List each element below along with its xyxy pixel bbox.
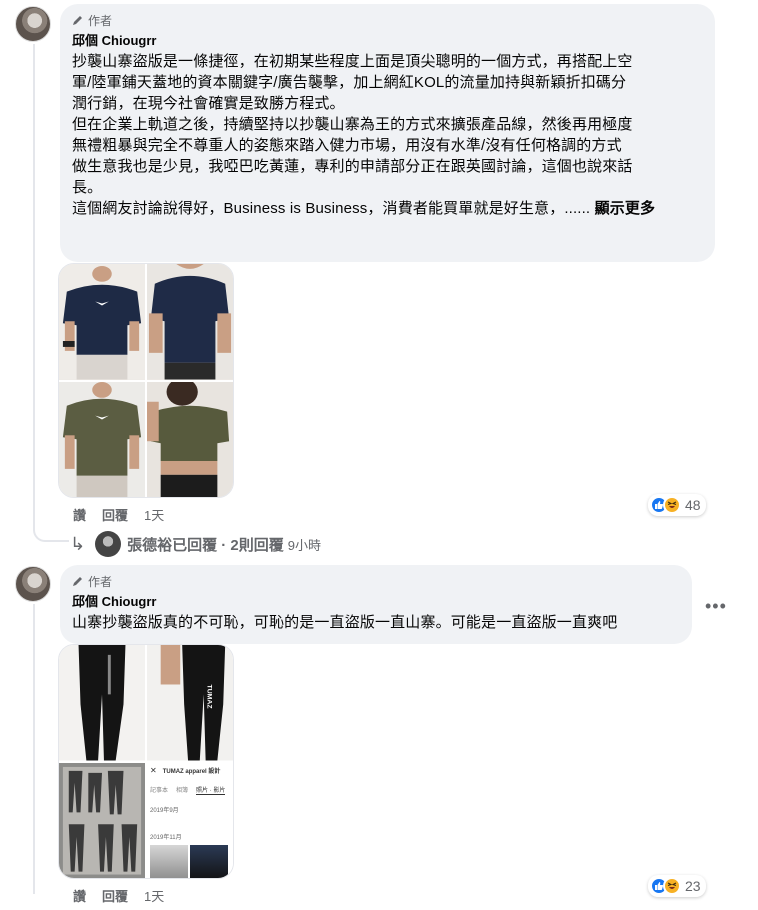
screenshot-thumb bbox=[190, 844, 228, 878]
comment-text: 山寨抄襲盜版真的不可恥，可恥的是一直盜版一直山寨。可能是一直盜版一直爽吧 bbox=[72, 612, 680, 633]
thread-line bbox=[33, 44, 35, 508]
thread-line bbox=[33, 604, 35, 894]
photo-olive-crop-tshirt[interactable] bbox=[147, 381, 233, 497]
comment-actions: 讚 回覆 1天 bbox=[73, 886, 180, 905]
author-badge: 作者 bbox=[72, 573, 680, 589]
comment-line: 山寨抄襲盜版真的不可恥，可恥的是一直盜版一直山寨。可能是一直盜版一直爽吧 bbox=[72, 614, 618, 631]
leggings-image bbox=[59, 645, 145, 761]
tshirt-image bbox=[147, 381, 233, 497]
screenshot-tab: 記事本 bbox=[150, 787, 169, 794]
photo-olive-tshirt-front[interactable] bbox=[59, 381, 145, 497]
photo-app-screenshot[interactable]: ✕ TUMAZ apparel 設計 記事本 相簿 照片 · 影片 2019年9… bbox=[147, 762, 233, 878]
replies-timestamp: 9小時 bbox=[287, 537, 322, 553]
comment-text: 抄襲山寨盜版是一條捷徑，在初期某些程度上面是頂尖聰明的一個方式，再搭配上空 軍/… bbox=[72, 51, 703, 219]
reaction-count: 23 bbox=[685, 878, 701, 894]
photo-black-leggings-left[interactable] bbox=[59, 645, 145, 761]
pencil-icon bbox=[73, 16, 82, 25]
screenshot-title: TUMAZ apparel 設計 bbox=[162, 768, 221, 775]
photo-leggings-sketches[interactable] bbox=[59, 762, 145, 878]
comment-timestamp[interactable]: 1天 bbox=[144, 505, 164, 524]
reply-arrow-icon: ↳ bbox=[70, 533, 86, 554]
sketch-image bbox=[59, 762, 145, 878]
comment-line-text: 這個網友討論說得好，Business is Business，消費者能買單就是好… bbox=[72, 200, 591, 217]
haha-icon bbox=[663, 877, 681, 895]
screenshot-tab: 相簿 bbox=[176, 787, 189, 794]
reply-button[interactable]: 回覆 bbox=[102, 886, 128, 905]
author-name[interactable]: 邱個 Chiougrr bbox=[72, 593, 680, 611]
tshirt-image bbox=[147, 264, 233, 380]
pencil-icon bbox=[73, 577, 82, 586]
author-badge-label: 作者 bbox=[88, 13, 113, 28]
comment-line: 無禮粗暴與完全不尊重人的姿態來踏入健力市場，用沒有水準/沒有任何格調的方式 bbox=[72, 137, 622, 154]
comment-line: 但在企業上軌道之後，持續堅持以抄襲山寨為王的方式來擴張產品線，然後再用極度 bbox=[72, 116, 633, 133]
tshirt-image bbox=[59, 381, 145, 497]
comment-line: 長。 bbox=[72, 179, 103, 196]
photo-grid[interactable]: TUMAZ ✕ TUMAZ apparel 設計 記事本 相簿 照片 · 影片 bbox=[58, 644, 234, 879]
screenshot-thumb bbox=[150, 844, 188, 878]
author-avatar[interactable] bbox=[15, 566, 51, 602]
screenshot-date: 2019年11月 bbox=[150, 834, 182, 841]
comment-timestamp[interactable]: 1天 bbox=[144, 886, 164, 905]
author-avatar[interactable] bbox=[15, 6, 51, 42]
tshirt-image bbox=[59, 264, 145, 380]
reply-button[interactable]: 回覆 bbox=[102, 505, 128, 524]
photo-grid[interactable] bbox=[58, 263, 234, 498]
replies-summary[interactable]: ↳ 張德裕已回覆 · 2則回覆 9小時 bbox=[70, 531, 321, 557]
comment-line: 軍/陸軍鋪天蓋地的資本關鍵字/廣告襲擊，加上網紅KOL的流量加持與新穎折扣碼分 bbox=[72, 74, 627, 91]
photo-navy-tshirt-model[interactable] bbox=[147, 264, 233, 380]
photo-black-leggings-right[interactable]: TUMAZ bbox=[147, 645, 233, 761]
comment-line: 做生意我也是少見，我啞巴吃黃蓮，專利的申請部分正在跟英國討論，這個也說來話 bbox=[72, 158, 633, 175]
author-name[interactable]: 邱個 Chiougrr bbox=[72, 32, 703, 50]
tumaz-logo: TUMAZ bbox=[206, 684, 213, 708]
reaction-summary[interactable]: 48 bbox=[648, 494, 706, 516]
leggings-image: TUMAZ bbox=[147, 645, 233, 761]
photo-navy-tshirt-front[interactable] bbox=[59, 264, 145, 380]
comment-line: 抄襲山寨盜版是一條捷徑，在初期某些程度上面是頂尖聰明的一個方式，再搭配上空 bbox=[72, 53, 633, 70]
haha-icon bbox=[663, 496, 681, 514]
author-badge-label: 作者 bbox=[88, 574, 113, 589]
screenshot-date: 2019年9月 bbox=[150, 807, 179, 814]
more-options-button[interactable]: ••• bbox=[705, 596, 727, 617]
screenshot-tab: 照片 · 影片 bbox=[196, 785, 226, 795]
see-more-link[interactable]: 顯示更多 bbox=[595, 200, 656, 217]
close-icon: ✕ bbox=[150, 765, 157, 775]
comment-line: 潤行銷，在現今社會確實是致勝方程式。 bbox=[72, 95, 345, 112]
comment-actions: 讚 回覆 1天 bbox=[73, 505, 180, 524]
replier-avatar bbox=[95, 531, 122, 557]
screenshot-panel: ✕ TUMAZ apparel 設計 記事本 相簿 照片 · 影片 2019年9… bbox=[147, 763, 233, 878]
like-button[interactable]: 讚 bbox=[73, 886, 86, 905]
comment-bubble: 作者 邱個 Chiougrr 抄襲山寨盜版是一條捷徑，在初期某些程度上面是頂尖聰… bbox=[60, 4, 715, 262]
reaction-summary[interactable]: 23 bbox=[648, 875, 706, 897]
thread-connector bbox=[33, 508, 69, 542]
replies-summary-text[interactable]: 張德裕已回覆 · 2則回覆 bbox=[127, 534, 284, 555]
reaction-count: 48 bbox=[685, 497, 701, 513]
comment-bubble: 作者 邱個 Chiougrr 山寨抄襲盜版真的不可恥，可恥的是一直盜版一直山寨。… bbox=[60, 565, 692, 644]
comment-line: 這個網友討論說得好，Business is Business，消費者能買單就是好… bbox=[72, 198, 703, 219]
like-button[interactable]: 讚 bbox=[73, 505, 86, 524]
author-badge: 作者 bbox=[72, 12, 703, 28]
